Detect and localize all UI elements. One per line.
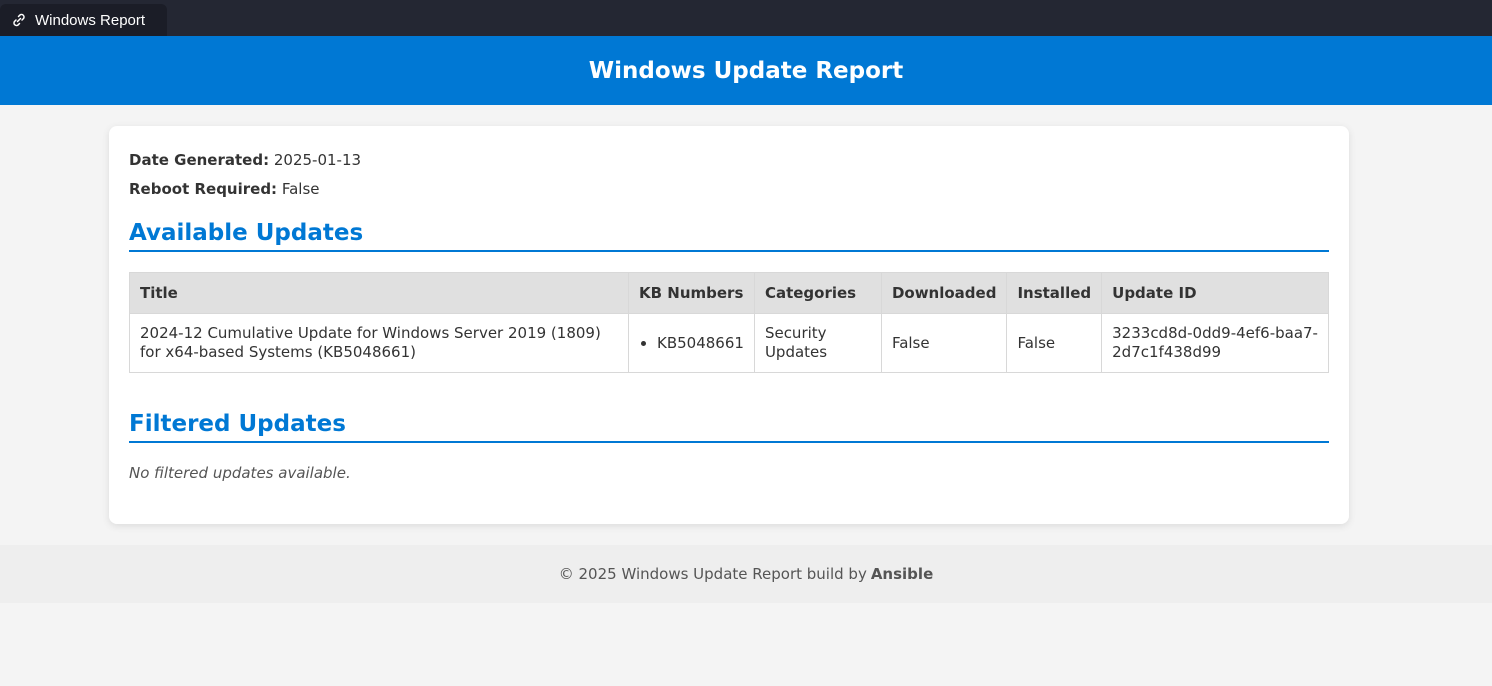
cell-update-id: 3233cd8d-0dd9-4ef6-baa7-2d7c1f438d99 (1101, 313, 1329, 373)
report-card: Date Generated: 2025-01-13 Reboot Requir… (109, 126, 1349, 524)
date-generated-value: 2025-01-13 (273, 151, 362, 169)
table-row: 2024-12 Cumulative Update for Windows Se… (129, 313, 1329, 373)
column-header-installed: Installed (1006, 272, 1103, 314)
footer-brand: Ansible (870, 565, 934, 583)
table-header-row: Title KB Numbers Categories Downloaded I… (129, 272, 1329, 314)
browser-tab-bar: Windows Report (0, 0, 1492, 36)
column-header-categories: Categories (753, 272, 882, 314)
reboot-required-label: Reboot Required: (129, 180, 278, 198)
footer-text: © 2025 Windows Update Report build by (558, 565, 867, 583)
page-header: Windows Update Report (0, 36, 1492, 105)
browser-tab-title: Windows Report (35, 11, 146, 29)
cell-categories: Security Updates (753, 313, 882, 373)
reboot-required: Reboot Required: False (129, 175, 1329, 204)
cell-downloaded: False (880, 313, 1008, 373)
cell-kb-numbers: KB5048661 (628, 313, 755, 373)
no-filtered-updates-message: No filtered updates available. (129, 464, 351, 482)
date-generated-label: Date Generated: (129, 151, 270, 169)
page-footer: © 2025 Windows Update Report build by An… (0, 545, 1492, 603)
page-title: Windows Update Report (588, 57, 904, 84)
available-updates-table: Title KB Numbers Categories Downloaded I… (129, 272, 1329, 373)
available-updates-heading: Available Updates (129, 220, 1329, 252)
column-header-title: Title (129, 272, 629, 314)
filtered-updates-heading: Filtered Updates (129, 411, 1329, 443)
cell-installed: False (1006, 313, 1103, 373)
link-icon (11, 12, 27, 28)
kb-list: KB5048661 (639, 334, 744, 353)
reboot-required-value: False (281, 180, 320, 198)
column-header-downloaded: Downloaded (880, 272, 1008, 314)
browser-tab[interactable]: Windows Report (0, 4, 167, 36)
kb-list-item: KB5048661 (657, 334, 744, 353)
column-header-kb-numbers: KB Numbers (628, 272, 755, 314)
date-generated: Date Generated: 2025-01-13 (129, 146, 1329, 175)
cell-title: 2024-12 Cumulative Update for Windows Se… (129, 313, 629, 373)
column-header-update-id: Update ID (1101, 272, 1329, 314)
